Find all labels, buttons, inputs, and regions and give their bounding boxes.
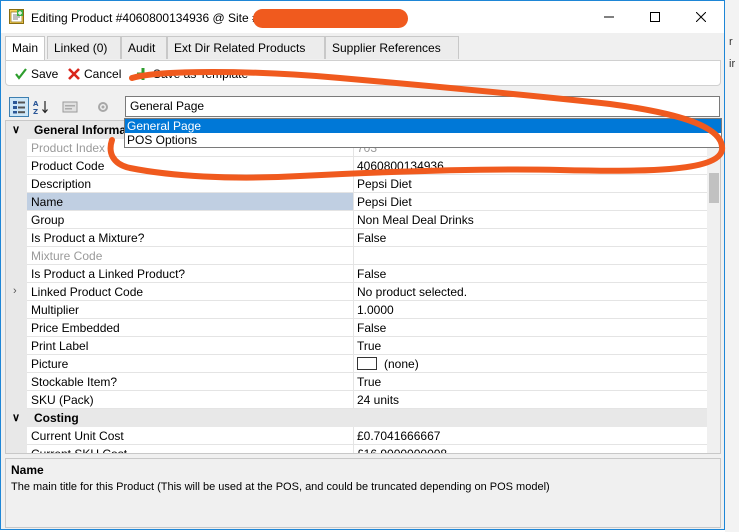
property-row[interactable]: Group Non Meal Deal Drinks [6,211,707,229]
property-value[interactable]: (none) [354,355,707,373]
background-text: r [729,36,733,48]
property-label: Price Embedded [27,319,354,337]
property-value[interactable]: True [354,373,707,391]
property-row[interactable]: Product Code 4060800134936 [6,157,707,175]
property-grid: ∨ General Information Product Index 703 … [5,120,721,454]
picture-swatch [357,357,377,370]
property-row[interactable]: Is Product a Linked Product? False [6,265,707,283]
property-value[interactable]: True [354,337,707,355]
page-select-options[interactable]: General Page POS Options [124,118,722,148]
title-bar[interactable]: Editing Product #4060800134936 @ Site #1… [1,1,724,33]
tab-supplier-references[interactable]: Supplier References [325,36,459,59]
property-value[interactable]: 4060800134936 [354,157,707,175]
collapse-chevron-icon[interactable]: ∨ [12,411,20,424]
description-panel: Name The main title for this Product (Th… [5,458,721,528]
property-row-selected[interactable]: Name Pepsi Diet [6,193,707,211]
property-label: Current SKU Cost [27,445,354,453]
property-row[interactable]: Multiplier 1.0000 [6,301,707,319]
property-label: SKU (Pack) [27,391,354,409]
property-value[interactable]: No product selected. [354,283,707,301]
property-value[interactable]: £16.9000000008 [354,445,707,453]
property-label: Multiplier [27,301,354,319]
plus-icon [137,68,149,80]
property-value[interactable]: Pepsi Diet [354,175,707,193]
property-row[interactable]: Picture (none) [6,355,707,373]
property-row[interactable]: Mixture Code [6,247,707,265]
property-label: Group [27,211,354,229]
property-label: Description [27,175,354,193]
cross-icon [68,68,80,80]
app-icon [9,9,24,24]
property-row[interactable]: SKU (Pack) 24 units [6,391,707,409]
background-window-edge: r ir [725,0,739,532]
save-button[interactable]: Save [14,64,58,84]
cancel-label: Cancel [84,67,122,81]
property-row[interactable]: › Linked Product Code No product selecte… [6,283,707,301]
property-label: Stockable Item? [27,373,354,391]
page-select-dropdown[interactable]: General Page [125,96,720,117]
property-row[interactable]: Current Unit Cost £0.7041666667 [6,427,707,445]
property-row[interactable]: Current SKU Cost £16.9000000008 [6,445,707,453]
close-button[interactable] [678,1,724,33]
svg-text:A: A [33,100,39,108]
property-label: Linked Product Code [27,283,354,301]
property-label: Is Product a Linked Product? [27,265,354,283]
description-title: Name [11,463,44,477]
property-grid-toolbar: AZ General Page [5,95,721,120]
alphabetical-sort-icon[interactable]: AZ [31,97,51,117]
dropdown-option-pos-options[interactable]: POS Options [125,133,721,147]
collapse-chevron-icon[interactable]: ∨ [12,123,20,136]
property-value[interactable]: False [354,265,707,283]
window-title: Editing Product #4060800134936 @ Site #1… [31,11,269,25]
property-row[interactable]: Description Pepsi Diet [6,175,707,193]
background-text: ir [729,58,736,70]
save-as-template-button[interactable]: Save as Template [136,64,248,84]
svg-text:Z: Z [33,108,38,115]
property-label: Print Label [27,337,354,355]
cancel-button[interactable]: Cancel [67,64,121,84]
property-value[interactable]: Pepsi Diet [354,193,707,211]
property-value[interactable]: £0.7041666667 [354,427,707,445]
category-label: Costing [34,411,79,425]
property-value[interactable]: 1.0000 [354,301,707,319]
property-value[interactable]: False [354,319,707,337]
tab-audit[interactable]: Audit [121,36,167,59]
property-value[interactable]: False [354,229,707,247]
property-label: Is Product a Mixture? [27,229,354,247]
property-label: Product Code [27,157,354,175]
categorized-view-icon[interactable] [9,97,29,117]
tab-ext-dir-related-products[interactable]: Ext Dir Related Products [167,36,325,59]
category-costing[interactable]: ∨ Costing [6,409,707,427]
redaction-mark [253,9,408,28]
property-row[interactable]: Print Label True [6,337,707,355]
events-icon[interactable] [93,97,113,117]
minimize-button[interactable] [586,1,632,33]
product-editor-window: Editing Product #4060800134936 @ Site #1… [0,0,725,530]
checkmark-icon [15,68,27,80]
property-label: Name [27,193,354,211]
save-as-template-label: Save as Template [153,67,249,81]
dropdown-option-general-page[interactable]: General Page [125,119,721,133]
picture-value: (none) [384,357,419,371]
vertical-scrollbar[interactable] [707,121,720,453]
property-row[interactable]: Price Embedded False [6,319,707,337]
expand-arrow-icon[interactable]: › [13,285,17,297]
tab-main[interactable]: Main [5,36,45,60]
property-pages-icon[interactable] [60,97,80,117]
property-label: Picture [27,355,354,373]
maximize-button[interactable] [632,1,678,33]
property-label: Current Unit Cost [27,427,354,445]
action-toolbar: Save Cancel Save as Template [5,60,721,86]
property-value[interactable] [354,247,707,265]
scrollbar-thumb[interactable] [709,173,719,203]
property-value[interactable]: Non Meal Deal Drinks [354,211,707,229]
property-row[interactable]: Stockable Item? True [6,373,707,391]
property-label: Mixture Code [27,247,354,265]
description-body: The main title for this Product (This wi… [11,481,550,493]
save-label: Save [31,67,59,81]
property-row[interactable]: Is Product a Mixture? False [6,229,707,247]
property-value[interactable]: 24 units [354,391,707,409]
tab-linked[interactable]: Linked (0) [47,36,121,59]
